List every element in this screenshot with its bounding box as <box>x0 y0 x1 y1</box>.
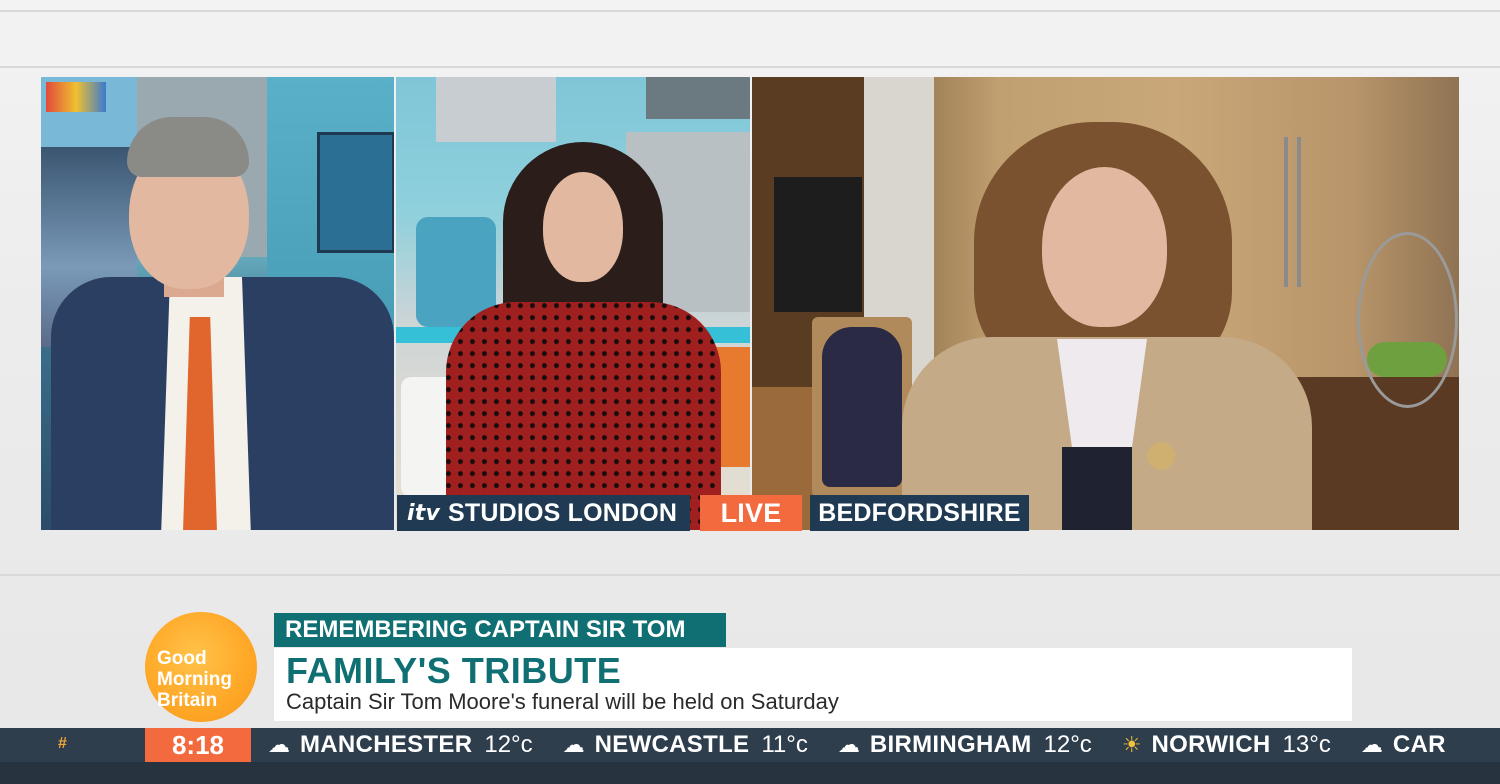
video-panel-right-guest <box>752 77 1459 530</box>
cabinet-handle <box>1284 137 1288 287</box>
weather-item: ☁ CAR <box>1361 731 1446 759</box>
ticker-base <box>0 762 1500 784</box>
logo-line: Morning <box>157 669 232 690</box>
strap-kicker: REMEMBERING CAPTAIN SIR TOM <box>274 613 726 647</box>
logo-line: Britain <box>157 690 218 711</box>
background-stripe <box>0 66 1500 68</box>
remote-location-label: BEDFORDSHIRE <box>810 495 1029 531</box>
weather-city: CAR <box>1392 731 1446 758</box>
guest-sweater <box>1062 447 1132 530</box>
sun-cloud-icon: ☀ <box>1121 732 1142 758</box>
studio-caption: itv STUDIOS LONDON <box>397 495 690 531</box>
studio-screen <box>646 77 750 119</box>
live-badge: LIVE <box>700 495 802 531</box>
guest-face <box>1042 167 1167 327</box>
studio-screen <box>436 77 556 142</box>
weather-city: BIRMINGHAM <box>869 731 1032 758</box>
hashtag-icon: # <box>58 735 67 752</box>
logo-line: Good <box>157 648 207 669</box>
itv-logo: itv <box>407 500 440 526</box>
weather-temp: 12°c <box>484 731 533 758</box>
weather-city: NORWICH <box>1151 731 1271 758</box>
kitchen-oven <box>774 177 862 312</box>
cloud-icon: ☁ <box>268 732 290 758</box>
studio-monitor <box>317 132 394 253</box>
weather-item: ☀ NORWICH 13°c <box>1122 731 1331 759</box>
presenter-face <box>543 172 623 282</box>
teddy-bear <box>822 327 902 487</box>
weather-temp: 11°c <box>761 731 808 758</box>
weather-city: MANCHESTER <box>300 731 473 758</box>
weather-item: ☁ BIRMINGHAM 12°c <box>838 731 1092 759</box>
weather-item: ☁ NEWCASTLE 11°c <box>563 731 808 759</box>
cloud-icon: ☁ <box>562 732 585 758</box>
video-panel-middle-presenter <box>396 77 750 530</box>
weather-item: ☁ MANCHESTER 12°c <box>268 731 533 759</box>
weather-temp: 12°c <box>1043 731 1092 758</box>
strap-main: FAMILY'S TRIBUTE Captain Sir Tom Moore's… <box>274 648 1352 721</box>
bananas <box>1367 342 1447 377</box>
weather-city: NEWCASTLE <box>594 731 750 758</box>
presenter-hair <box>127 117 249 177</box>
weather-ticker: ☁ MANCHESTER 12°c ☁ NEWCASTLE 11°c ☁ BIR… <box>268 728 1476 762</box>
studio-location-label: STUDIOS LONDON <box>448 498 678 527</box>
studio-graphic <box>46 82 106 112</box>
background-stripe <box>0 10 1500 12</box>
strap-subline: Captain Sir Tom Moore's funeral will be … <box>286 689 839 714</box>
strap-headline: FAMILY'S TRIBUTE <box>286 650 622 691</box>
background-stripe <box>0 574 1500 576</box>
fruit-bowl-stand <box>1357 232 1458 408</box>
cloud-icon: ☁ <box>1360 732 1383 758</box>
cloud-icon: ☁ <box>837 732 860 758</box>
clock: 8:18 <box>145 728 251 762</box>
video-panel-left-presenter <box>41 77 394 530</box>
weather-temp: 13°c <box>1282 731 1331 758</box>
cabinet-handle <box>1297 137 1301 287</box>
gmb-logo: Good Morning Britain <box>145 612 257 722</box>
guest-brooch <box>1147 442 1175 470</box>
